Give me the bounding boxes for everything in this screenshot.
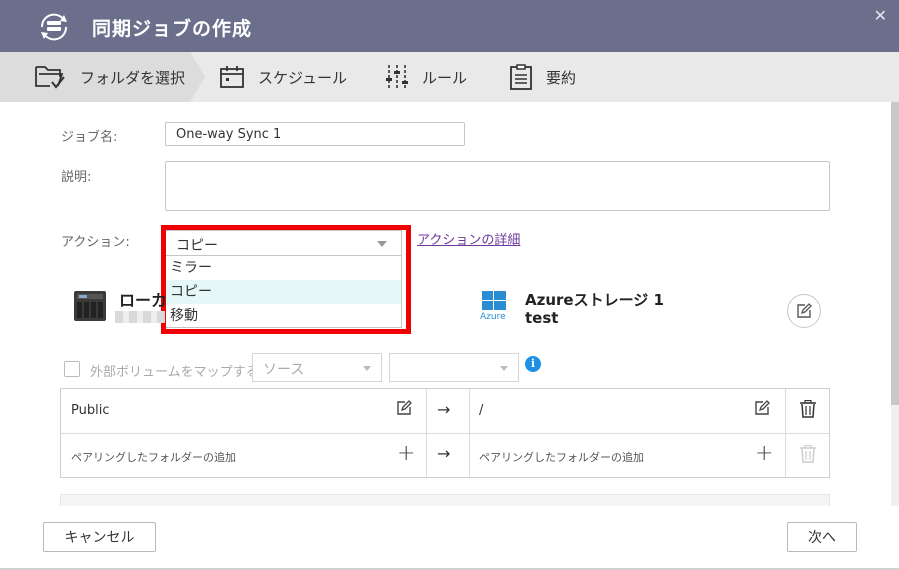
step-label: ルール bbox=[422, 68, 468, 87]
step-select-folder[interactable]: フォルダを選択 bbox=[34, 52, 185, 102]
job-name-input[interactable] bbox=[165, 122, 465, 146]
job-name-label: ジョブ名: bbox=[61, 130, 118, 145]
source-name: ローカ bbox=[119, 291, 168, 310]
windows-azure-icon bbox=[482, 291, 506, 310]
sync-direction-arrow: → bbox=[437, 400, 451, 419]
window-title: 同期ジョブの作成 bbox=[92, 18, 253, 40]
sync-direction-arrow: → bbox=[437, 444, 451, 463]
step-schedule[interactable]: スケジュール bbox=[220, 52, 347, 102]
step-rules[interactable]: ルール bbox=[386, 52, 467, 102]
action-selected-value: コピー bbox=[176, 238, 218, 254]
step-summary[interactable]: 要約 bbox=[510, 52, 576, 102]
calendar-icon bbox=[220, 66, 244, 88]
plus-icon[interactable]: + bbox=[397, 441, 415, 466]
azure-logo-text: Azure bbox=[480, 312, 506, 322]
trash-icon[interactable] bbox=[799, 400, 817, 418]
local-folder-public: Public bbox=[71, 403, 110, 418]
chevron-down-icon bbox=[500, 366, 508, 371]
nas-device-icon bbox=[74, 291, 106, 321]
action-option-copy[interactable]: コピー bbox=[166, 280, 401, 304]
edit-destination-button[interactable] bbox=[787, 294, 821, 328]
add-remote-folder-label[interactable]: ペアリングしたフォルダーの追加 bbox=[479, 449, 644, 465]
source-address-blurred bbox=[115, 311, 165, 323]
wizard-steps: フォルダを選択 スケジュール ルール 要約 bbox=[0, 52, 899, 102]
step-label: スケジュール bbox=[258, 68, 347, 87]
sync-app-icon bbox=[40, 13, 68, 41]
divider bbox=[61, 433, 829, 434]
step-label: 要約 bbox=[546, 68, 577, 87]
footer: キャンセル 次へ bbox=[0, 506, 891, 570]
plus-icon[interactable]: + bbox=[755, 441, 773, 466]
map-external-volume-label: 外部ボリュームをマップする bbox=[90, 365, 259, 380]
cancel-button[interactable]: キャンセル bbox=[43, 522, 156, 552]
edit-icon bbox=[797, 303, 812, 318]
action-option-mirror[interactable]: ミラー bbox=[166, 256, 401, 280]
action-label: アクション: bbox=[61, 235, 130, 250]
edit-icon[interactable] bbox=[396, 400, 412, 416]
content-box-partial bbox=[60, 494, 830, 506]
title-bar: 同期ジョブの作成 ✕ bbox=[0, 0, 899, 52]
external-source-placeholder: ソース bbox=[263, 362, 305, 378]
trash-icon bbox=[800, 445, 816, 463]
folder-pairs-table: Public → / ペアリングしたフォルダーの追加 + → ペアリングしたフォ… bbox=[60, 388, 830, 478]
step-label: フォルダを選択 bbox=[80, 68, 186, 87]
sliders-icon bbox=[386, 65, 408, 89]
info-icon[interactable]: i bbox=[525, 356, 541, 372]
destination-subtitle: test bbox=[525, 309, 559, 327]
description-label: 説明: bbox=[61, 170, 92, 185]
action-option-move[interactable]: 移動 bbox=[166, 304, 401, 328]
action-select[interactable]: コピー bbox=[165, 230, 402, 256]
chevron-down-icon bbox=[363, 366, 371, 371]
edit-icon[interactable] bbox=[754, 400, 770, 416]
folder-check-icon bbox=[35, 66, 65, 89]
next-button[interactable]: 次へ bbox=[787, 522, 857, 552]
map-external-volume-checkbox[interactable] bbox=[64, 361, 80, 377]
add-local-folder-label[interactable]: ペアリングしたフォルダーの追加 bbox=[71, 449, 236, 465]
description-input[interactable] bbox=[165, 161, 830, 211]
external-volume-select[interactable] bbox=[389, 353, 519, 382]
action-dropdown-list: ミラー コピー 移動 bbox=[165, 256, 402, 328]
external-source-select[interactable]: ソース bbox=[252, 353, 382, 382]
remote-folder-root: / bbox=[479, 403, 484, 418]
chevron-down-icon bbox=[377, 241, 387, 247]
clipboard-icon bbox=[510, 64, 532, 90]
destination-name: Azureストレージ 1 bbox=[525, 291, 664, 309]
close-icon[interactable]: ✕ bbox=[874, 6, 887, 25]
action-details-link[interactable]: アクションの詳細 bbox=[417, 229, 520, 248]
scrollbar-thumb[interactable] bbox=[891, 102, 899, 405]
